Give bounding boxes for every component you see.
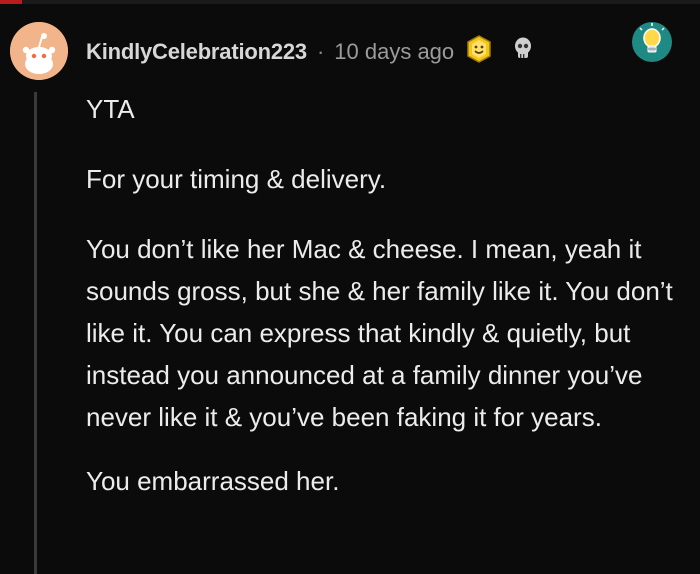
thread-line[interactable]: [34, 92, 37, 574]
reddit-snoo-icon: [10, 22, 68, 80]
comment-paragraph: You don’t like her Mac & cheese. I mean,…: [86, 234, 673, 432]
avatar[interactable]: [10, 22, 68, 80]
top-accent: [0, 0, 22, 4]
comment-paragraph: You embarrassed her.: [86, 466, 340, 496]
username[interactable]: KindlyCelebration223: [86, 39, 307, 65]
timestamp[interactable]: 10 days ago: [334, 39, 454, 65]
comment-paragraph: YTA: [86, 94, 135, 124]
comment-header: KindlyCelebration223 · 10 days ago: [86, 34, 534, 70]
comment-paragraph: For your timing & delivery.: [86, 164, 387, 194]
meta-separator: ·: [316, 39, 325, 64]
skull-award-icon[interactable]: [512, 36, 534, 68]
lightbulb-icon[interactable]: [630, 20, 674, 64]
top-strip: [0, 0, 700, 4]
smiling-face-award-icon[interactable]: [464, 34, 494, 70]
comment-body: YTA For your timing & delivery. You don’…: [86, 88, 686, 502]
